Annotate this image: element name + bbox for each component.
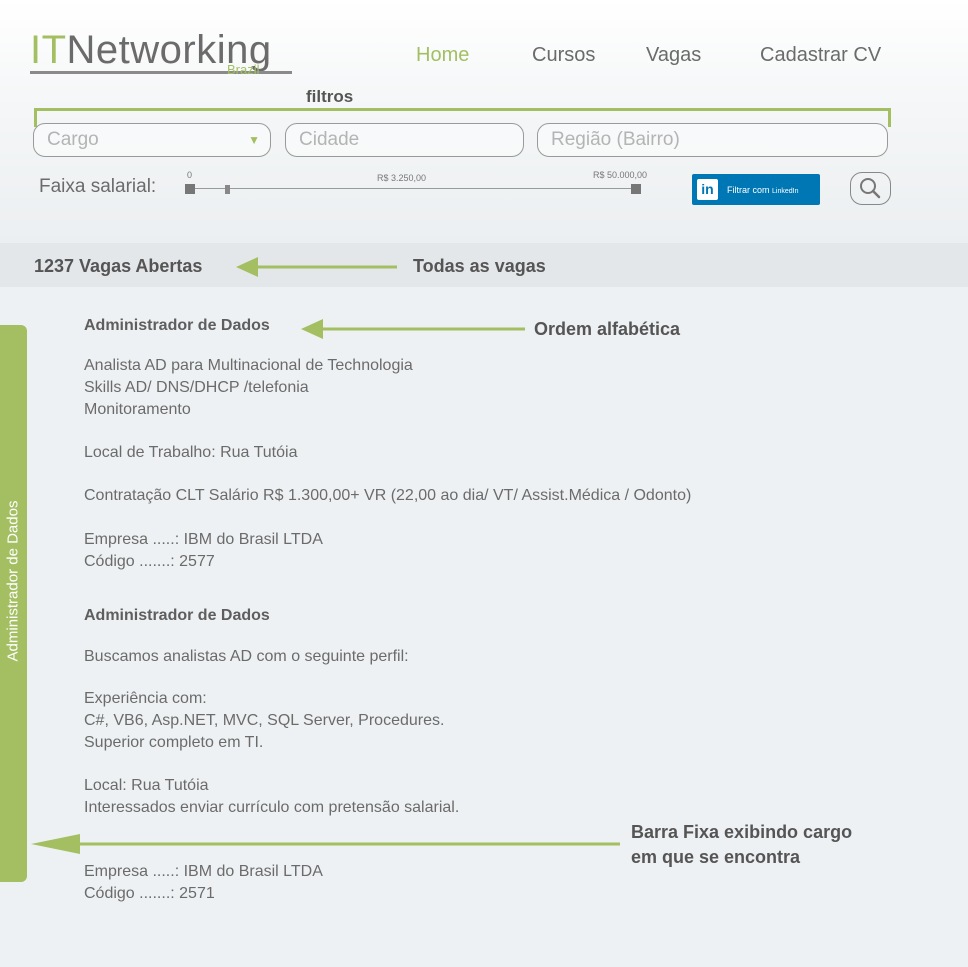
arrow-left-icon <box>301 319 525 339</box>
annotation-arrows <box>31 257 620 854</box>
arrow-left-icon <box>236 257 397 277</box>
arrow-left-icon <box>31 834 620 854</box>
